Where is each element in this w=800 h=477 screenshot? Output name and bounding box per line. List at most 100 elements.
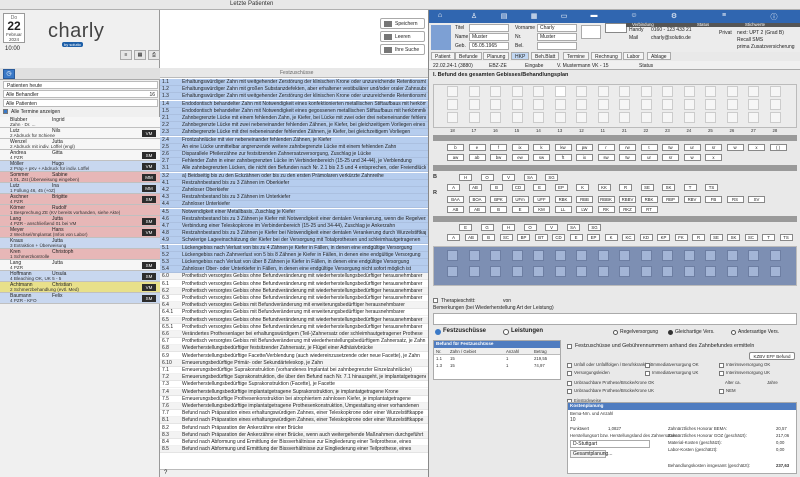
zahn-code-button[interactable]: RT [640,206,658,213]
festzuschuss-row[interactable]: 2.7 Fehlender Zahn in einer zahnbegrenzte… [160,158,428,166]
hkp-status-button-label[interactable]: Status [639,63,653,69]
zahn-code-button[interactable]: K [576,184,589,191]
tooth-cell[interactable] [554,266,566,277]
zahn-code-button[interactable]: BOA [468,196,486,203]
tooth-cell[interactable] [447,250,458,261]
tooth-cell[interactable] [554,99,566,110]
option-checkbox[interactable] [645,363,650,368]
befund-code-button[interactable]: ft [554,154,572,161]
zahn-code-button[interactable]: SC [744,234,758,241]
therapie-checkbox[interactable] [433,298,438,303]
tooth-cell[interactable] [619,266,630,277]
befund-code-button[interactable]: aw [447,154,464,161]
zahn-code-button[interactable]: CD [511,184,525,191]
tooth-cell[interactable] [769,99,781,110]
tooth-cell[interactable] [576,86,587,97]
festzuschuss-row[interactable]: 7.4 Wiederherstellungsbedürftige implanta… [160,388,428,396]
regel-radio[interactable] [613,330,618,335]
tooth-cell[interactable] [597,266,609,277]
befund-code-button[interactable]: sw [597,154,615,161]
festzuschuss-row[interactable]: 1.4 Endodontisch behandelter Zahn mit Not… [160,100,428,108]
ort-select[interactable]: D-Stuttgart [570,440,650,448]
festzuschuss-row[interactable]: 1.5 Endodontisch behandelter Zahn mit Not… [160,107,428,115]
clock-icon[interactable]: ◷ [3,69,15,79]
festzuschuss-row[interactable]: 6.1 Prothetisch versorgtes Gebiss ohne Be… [160,280,428,288]
festzuschuss-row[interactable]: 2.2 Zahnbegrenzte Lücke mit zwei nebenein… [160,122,428,130]
tooth-cell[interactable] [683,112,695,123]
clear-button[interactable]: Leeren [380,31,425,42]
zahn-code-button[interactable]: AB [468,206,486,213]
tooth-cell[interactable] [769,86,781,97]
patient-list-item[interactable]: Möller Hugo 2 Präp + pKv + Abdruck für ind… [0,161,160,172]
tooth-cell[interactable] [662,266,673,277]
zahn-code-button[interactable]: V [545,224,558,231]
zahn-code-button[interactable]: RBK [554,196,572,203]
zahn-code-button[interactable]: BP [517,234,530,241]
tooth-cell[interactable] [748,112,759,123]
tooth-cell[interactable] [490,250,501,261]
option-checkbox[interactable] [567,381,572,386]
zahn-code-button[interactable]: E [569,234,583,241]
zahn-code-button[interactable]: TS [705,184,718,191]
zahn-code-button[interactable]: RKZ [619,206,636,213]
tooth-cell[interactable] [554,86,566,97]
tooth-cell[interactable] [705,99,716,110]
festzuschuss-row[interactable]: 5.2 Lückengebiss nach Zahnverlust von 5 b… [160,251,428,259]
festzuschuss-row[interactable]: 1.3 Erhaltungswürdiger Zahn mit weitgehen… [160,93,428,101]
zahn-code-button[interactable]: G [480,224,494,231]
befund-code-button[interactable]: w [683,154,701,161]
festzuschuss-row[interactable]: 4.5 Notwendigkeit einer Metallbasis, Zusc… [160,208,428,216]
festzuschuss-row[interactable]: 2.4 Frontzahnlücke mit vier nebeneinander… [160,136,428,144]
bemerkungen-field[interactable] [433,313,797,325]
zahn-code-button[interactable]: SE [709,234,723,241]
tooth-cell[interactable] [576,112,587,123]
patient-list-item[interactable]: Kren Christoph 1 Schmerzkontrolle [0,249,160,260]
zahn-code-button[interactable]: RK [597,206,615,213]
festzuschuss-row[interactable]: 1.2 Erhaltungswürdiger Zahn mit großen Su… [160,86,428,94]
festzuschuss-row[interactable]: 5.1 Lückengebiss nach Verlust von bis zu … [160,244,428,252]
tab-hkp[interactable]: HKP [511,52,530,60]
patient-list-item[interactable]: Andrea Gitta 4 PZR SM [0,150,160,161]
zahn-code-button[interactable]: KD [639,234,653,241]
patients-today-field[interactable]: Patienten heute [3,81,158,89]
zahn-code-button[interactable]: AB [468,184,482,191]
patient-list-item[interactable]: Lutz Nils 2 Abdruck für Schiene VM [0,128,160,139]
option-checkbox[interactable] [567,389,572,394]
tooth-cell[interactable] [683,250,695,261]
festzuschuss-row[interactable]: 6.3 Prothetisch versorgtes Gebiss ohne Be… [160,295,428,302]
befund-code-button[interactable]: ix [511,144,529,151]
tooth-cell[interactable] [619,112,630,123]
festzuschuss-row[interactable]: 8.4 Befund nach Abformung und Ermittlung … [160,439,428,446]
zahn-code-button[interactable]: RBP [662,196,679,203]
befund-code-button[interactable]: x [748,144,765,151]
befund-code-button[interactable]: e [468,144,486,151]
zahn-code-button[interactable]: RBB [576,196,593,203]
befund-code-button[interactable]: sr [662,154,679,161]
zahn-code-button[interactable]: SA [566,224,580,231]
festzuschuss-row[interactable]: 3.2 a) Beidseitig bis zu den Eckzähnen od… [160,172,428,180]
tooth-cell[interactable] [662,99,673,110]
befund-code-button[interactable]: f [490,144,507,151]
tooth-cell[interactable] [533,250,544,261]
patient-list-item[interactable]: Aschner Brigitte 4 PZR SM [0,194,160,205]
zahn-code-button[interactable]: SG [588,224,601,231]
zahn-code-button[interactable]: E [459,224,472,231]
befund-code-button[interactable]: tw [619,154,636,161]
leistungen-radio[interactable] [503,329,509,335]
tooth-cell[interactable] [748,99,759,110]
date-widget[interactable]: Do 22 Februar 2024 [3,13,25,43]
befund-code-button[interactable]: bw [490,154,507,161]
zahn-code-button[interactable]: R [692,234,705,241]
tooth-cell[interactable] [726,266,738,277]
tooth-cell[interactable] [640,266,652,277]
befund-code-button[interactable]: ix [576,154,593,161]
tooth-cell[interactable] [597,99,609,110]
festzuschuss-row[interactable]: 7.7 Befund nach Präparation eines erhaltu… [160,410,428,418]
festzuschuss-row[interactable]: 7.1 Erneuerungsbedürftige Suprakonstrukti… [160,367,428,374]
tab-labor[interactable]: Labor [623,52,644,60]
zahn-code-button[interactable]: A [447,234,460,241]
zahn-code-button[interactable]: O [523,224,537,231]
tab-patient[interactable]: Patient [431,52,455,60]
tooth-cell[interactable] [662,112,673,123]
tooth-cell[interactable] [447,112,458,123]
